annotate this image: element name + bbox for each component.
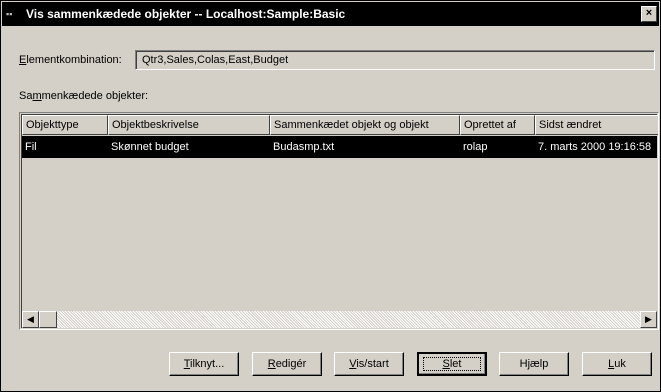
scroll-right-icon[interactable]: ▶ xyxy=(640,311,657,328)
linked-objects-label: Sammenkædede objekter: xyxy=(19,90,149,102)
edit-button[interactable]: Redigér xyxy=(252,352,322,376)
table-row[interactable]: Fil Skønnet budget Budasmp.txt rolap 7. … xyxy=(22,136,657,158)
dialog-window: ▪▪ Vis sammenkædede objekter -- Localhos… xyxy=(0,0,661,392)
scroll-thumb[interactable] xyxy=(39,311,57,328)
close-button[interactable]: Luk xyxy=(582,352,652,376)
delete-button[interactable]: Slet xyxy=(417,352,487,376)
attach-button[interactable]: Tilknyt... xyxy=(169,352,239,376)
scroll-left-icon[interactable]: ◀ xyxy=(22,311,39,328)
window-icon: ▪▪ xyxy=(6,9,13,19)
title-bar[interactable]: ▪▪ Vis sammenkædede objekter -- Localhos… xyxy=(2,2,659,26)
column-header-description[interactable]: Objektbeskrivelse xyxy=(108,115,270,135)
cell-linked-object: Budasmp.txt xyxy=(273,141,335,153)
cell-created-by: rolap xyxy=(463,141,488,153)
cell-object-type: Fil xyxy=(25,141,37,153)
close-icon[interactable]: × xyxy=(641,6,657,22)
help-button[interactable]: Hjælp xyxy=(499,352,569,376)
window-title: Vis sammenkædede objekter -- Localhost:S… xyxy=(26,7,346,21)
view-start-button[interactable]: Vis/start xyxy=(334,352,404,376)
column-header-linked-object[interactable]: Sammenkædet objekt og objekt xyxy=(270,115,460,135)
column-header-object-type[interactable]: Objekttype xyxy=(22,115,108,135)
linked-objects-list[interactable]: Objekttype Objektbeskrivelse Sammenkædet… xyxy=(19,112,659,330)
column-header-created-by[interactable]: Oprettet af xyxy=(460,115,535,135)
horizontal-scrollbar[interactable]: ◀ ▶ xyxy=(22,311,657,328)
member-combination-label: Elementkombination: xyxy=(19,54,122,66)
cell-last-modified: 7. marts 2000 19:16:58 xyxy=(538,141,652,153)
column-header-last-modified[interactable]: Sidst ændret xyxy=(535,115,658,135)
list-header: Objekttype Objektbeskrivelse Sammenkædet… xyxy=(22,115,658,135)
cell-description: Skønnet budget xyxy=(111,141,189,153)
member-combination-field[interactable]: Qtr3,Sales,Colas,East,Budget xyxy=(135,50,655,70)
